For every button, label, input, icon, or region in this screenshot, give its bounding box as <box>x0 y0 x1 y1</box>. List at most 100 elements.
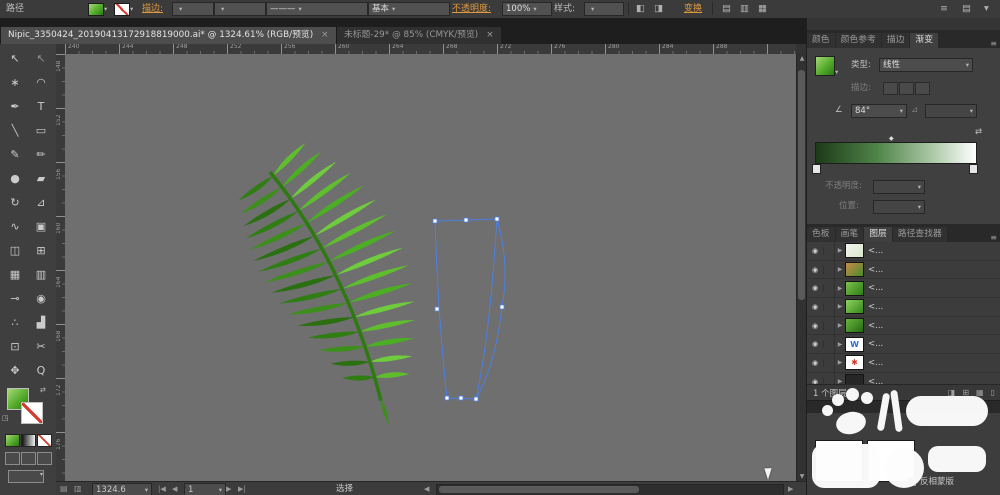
tab-stroke[interactable]: 描边 <box>882 33 910 48</box>
selected-path[interactable] <box>433 217 505 401</box>
prev-artboard-icon[interactable]: ◀ <box>172 483 177 495</box>
vertical-scroll-thumb[interactable] <box>798 70 805 300</box>
swap-fill-stroke-icon[interactable]: ⇄ <box>40 386 46 394</box>
perspective-grid-tool[interactable]: ⊞ <box>28 238 54 262</box>
first-artboard-icon[interactable]: |◀ <box>158 483 166 495</box>
magic-wand-tool[interactable]: ∗ <box>2 70 28 94</box>
layer-row[interactable]: ◉ ▶ <... <box>807 261 1000 280</box>
visibility-eye-icon[interactable]: ◉ <box>807 284 824 292</box>
reverse-gradient-icon[interactable]: ⇄ <box>975 126 982 138</box>
column-graph-tool[interactable]: ▟ <box>28 310 54 334</box>
horizontal-scroll-thumb[interactable] <box>439 486 639 493</box>
paintbrush-tool[interactable]: ✎ <box>2 142 28 166</box>
tab-brushes[interactable]: 画笔 <box>836 227 864 242</box>
symbol-sprayer-tool[interactable]: ∴ <box>2 310 28 334</box>
layer-label[interactable]: <... <box>868 265 883 275</box>
fill-color-swatch[interactable] <box>88 3 104 16</box>
document-tab-inactive[interactable]: 未标题-29* @ 85% (CMYK/预览)× <box>336 27 501 44</box>
layer-row[interactable]: ◉▶<... <box>807 279 1000 298</box>
gradient-stop-right[interactable] <box>969 164 978 174</box>
zoom-field[interactable]: 1324.6▾ <box>92 483 152 495</box>
expand-chevron-icon[interactable]: ▶ <box>835 266 845 273</box>
opacity-link[interactable]: 不透明度: <box>452 3 491 15</box>
workspace-icon[interactable]: ▤ <box>962 2 971 15</box>
style-field[interactable]: ▾ <box>584 2 624 16</box>
stroke-link[interactable]: 描边: <box>142 3 163 15</box>
stroke-weight-field[interactable]: ▾ <box>172 2 214 16</box>
lock-cell[interactable] <box>824 317 835 335</box>
delete-layer-icon[interactable]: ▯ <box>991 388 995 397</box>
transform-link[interactable]: 变换 <box>684 3 702 15</box>
layer-thumbnail[interactable] <box>845 243 864 258</box>
lasso-tool[interactable]: ◠ <box>28 70 54 94</box>
tab-gradient[interactable]: 渐变 <box>910 33 938 48</box>
screen-mode-button[interactable]: ▾ <box>8 470 44 483</box>
status-mini-icon-2[interactable]: ▥ <box>74 483 82 495</box>
scale-tool[interactable]: ⊿ <box>28 190 54 214</box>
palm-leaf-artwork[interactable] <box>237 141 416 425</box>
panel-menu-icon[interactable]: ≡ <box>990 39 997 48</box>
isolate-icon[interactable]: ◧ <box>636 2 645 15</box>
expand-chevron-icon[interactable]: ▶ <box>835 359 845 366</box>
tab-color[interactable]: 颜色 <box>807 33 835 48</box>
aspect-ratio-field[interactable]: ▾ <box>925 104 977 118</box>
none-mode-button[interactable] <box>37 434 52 447</box>
gradient-swatch-dropdown-icon[interactable]: ▾ <box>835 68 838 76</box>
layer-thumbnail[interactable] <box>845 281 864 296</box>
gradient-opacity-field[interactable]: ▾ <box>873 180 925 194</box>
expand-chevron-icon[interactable]: ▶ <box>835 322 845 329</box>
close-tab-icon[interactable]: × <box>321 30 328 40</box>
angle-field[interactable]: 84°▾ <box>851 104 907 118</box>
rectangle-tool[interactable]: ▭ <box>28 118 54 142</box>
lock-cell[interactable] <box>824 354 835 372</box>
layer-row[interactable]: ◉▶W<... <box>807 335 1000 354</box>
expand-chevron-icon[interactable]: ▶ <box>835 341 845 348</box>
color-mode-button[interactable] <box>5 434 20 447</box>
direct-selection-tool[interactable]: ↖ <box>28 46 54 70</box>
layer-label[interactable]: <... <box>868 246 883 256</box>
width-profile-field[interactable]: 基本▾ <box>368 2 450 16</box>
artboard-tool[interactable]: ⊡ <box>2 334 28 358</box>
visibility-eye-icon[interactable]: ◉ <box>807 247 824 255</box>
brush-definition-field[interactable]: ▾ <box>214 2 266 16</box>
selection-tool[interactable]: ↖ <box>2 46 28 70</box>
gradient-position-field[interactable]: ▾ <box>873 200 925 214</box>
visibility-eye-icon[interactable]: ◉ <box>807 266 824 274</box>
panel-menu-icon[interactable]: ≡ <box>940 2 948 15</box>
tab-color-guide[interactable]: 颜色参考 <box>836 33 881 48</box>
zoom-tool[interactable]: Q <box>28 358 54 382</box>
expand-chevron-icon[interactable]: ▶ <box>835 285 845 292</box>
lock-cell[interactable] <box>824 261 835 279</box>
stroke-within-icon[interactable] <box>883 82 898 95</box>
opacity-field[interactable]: 100%▾ <box>502 2 552 16</box>
shape-builder-tool[interactable]: ◫ <box>2 238 28 262</box>
layer-row[interactable]: ◉▶✱<... <box>807 354 1000 373</box>
stroke-color-swatch[interactable] <box>114 3 130 16</box>
draw-behind-button[interactable] <box>21 452 36 465</box>
blob-brush-tool[interactable]: ● <box>2 166 28 190</box>
gradient-tool[interactable]: ▥ <box>28 262 54 286</box>
document-tab-active[interactable]: Nipic_3350424_20190413172918819000.ai* @… <box>1 27 336 44</box>
blend-tool[interactable]: ◉ <box>28 286 54 310</box>
canvas[interactable] <box>65 54 796 481</box>
visibility-eye-icon[interactable]: ◉ <box>807 322 824 330</box>
hand-tool[interactable]: ✥ <box>2 358 28 382</box>
lock-cell[interactable] <box>824 335 835 353</box>
panel-menu-icon[interactable]: ≡ <box>990 233 997 242</box>
status-mini-icon-1[interactable]: ▤ <box>60 483 68 495</box>
expand-chevron-icon[interactable]: ▶ <box>835 303 845 310</box>
expand-chevron-icon[interactable]: ▶ <box>835 247 845 254</box>
gradient-slider[interactable] <box>815 142 977 164</box>
tab-pathfinder[interactable]: 路径查找器 <box>893 227 947 242</box>
default-fill-stroke-icon[interactable]: ◳ <box>2 414 9 422</box>
last-artboard-icon[interactable]: ▶| <box>238 483 246 495</box>
more-options-icon[interactable]: ▾ <box>984 2 989 15</box>
scroll-left-icon[interactable]: ◀ <box>424 483 429 495</box>
pencil-tool[interactable]: ✏ <box>28 142 54 166</box>
layer-thumbnail[interactable] <box>845 318 864 333</box>
layer-thumbnail[interactable]: ✱ <box>845 355 864 370</box>
layer-label[interactable]: <... <box>868 321 883 331</box>
artboard-field[interactable]: 1▾ <box>184 483 226 495</box>
tab-layers[interactable]: 图层 <box>864 227 892 242</box>
visibility-eye-icon[interactable]: ◉ <box>807 340 824 348</box>
